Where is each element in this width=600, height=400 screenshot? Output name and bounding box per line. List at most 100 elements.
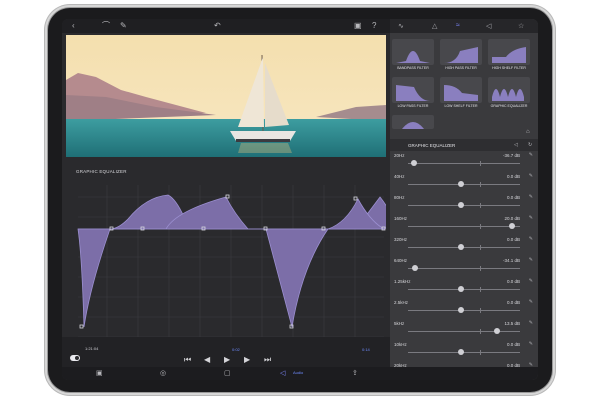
eq-band-row: 5kHz 13.5 dB ✎	[390, 319, 538, 340]
band-slider-knob[interactable]	[458, 286, 464, 292]
delete-icon[interactable]: ⌂	[526, 129, 530, 135]
edit-pencil-icon[interactable]: ✎	[529, 215, 533, 221]
band-gain: 0.0 dB	[506, 195, 520, 200]
edit-pencil-icon[interactable]: ✎	[529, 278, 533, 284]
eq-tab-icon[interactable]: ≈	[456, 22, 460, 29]
effect-tabs: ∿ △ ≈ ◁ ☆	[390, 19, 538, 33]
mountain-tab-icon[interactable]: △	[432, 22, 437, 30]
band-slider-track[interactable]	[408, 205, 520, 206]
skip-back-icon[interactable]: ⏮	[184, 355, 191, 365]
band-frequency: 80Hz	[394, 195, 405, 200]
band-slider-center	[480, 329, 481, 334]
skip-forward-icon[interactable]: ⏭	[264, 355, 271, 365]
band-slider-knob[interactable]	[412, 265, 419, 271]
band-slider-knob[interactable]	[458, 349, 464, 355]
audio-tab-icon[interactable]: ◁	[280, 369, 285, 377]
back-icon[interactable]: ‹	[72, 21, 75, 31]
band-slider-center	[480, 308, 481, 313]
eq-band-row: 80Hz 0.0 dB ✎	[390, 193, 538, 214]
filter-low-pass[interactable]: LOW PASS FILTER	[392, 77, 434, 111]
app-screen: ‹ ⌒ ✎ ↶ ▣ ? GRAPHIC EQUALIZER 1:21:04 0:…	[62, 19, 538, 380]
band-slider-track[interactable]	[408, 310, 520, 311]
band-slider-knob[interactable]	[494, 328, 501, 334]
band-gain: 0.0 dB	[506, 300, 520, 305]
filter-label: LOW PASS FILTER	[397, 104, 429, 108]
eq-panel-label: GRAPHIC EQUALIZER	[76, 169, 127, 174]
band-slider-center	[480, 182, 481, 187]
band-slider-center	[480, 350, 481, 355]
reset-icon[interactable]: ↻	[528, 142, 532, 148]
filter-high-shelf[interactable]: HIGH SHELF FILTER	[488, 39, 530, 73]
band-slider-track[interactable]	[408, 226, 520, 227]
eq-graph[interactable]	[66, 177, 397, 353]
filter-low-shelf[interactable]: LOW SHELF FILTER	[440, 77, 482, 111]
band-slider-center	[480, 266, 481, 271]
band-slider-track[interactable]	[408, 289, 520, 290]
band-slider-track[interactable]	[408, 247, 520, 248]
band-slider-center	[480, 224, 481, 229]
position-start: 0:02	[232, 347, 240, 352]
band-slider-knob[interactable]	[508, 223, 515, 229]
eq-band-row: 1.25kHz 0.0 dB ✎	[390, 277, 538, 298]
eq-band-row: 160Hz 20.0 dB ✎	[390, 214, 538, 235]
filter-more[interactable]	[392, 115, 434, 133]
edit-pencil-icon[interactable]: ✎	[529, 299, 533, 305]
video-preview[interactable]	[66, 35, 386, 157]
band-slider-knob[interactable]	[458, 244, 464, 250]
waveform-tab-icon[interactable]: ∿	[398, 22, 404, 30]
geq-title: GRAPHIC EQUALIZER	[408, 143, 456, 148]
band-slider-track[interactable]	[408, 268, 520, 269]
band-slider-knob[interactable]	[458, 181, 464, 187]
speaker-tab-icon[interactable]: ◁	[486, 22, 491, 30]
rewind-icon[interactable]: ◀	[204, 355, 210, 364]
band-gain: 0.0 dB	[506, 174, 520, 179]
filters-tab-icon[interactable]: ◎	[160, 369, 166, 377]
band-slider-track[interactable]	[408, 352, 520, 353]
filter-graphic-eq[interactable]: GRAPHIC EQUALIZER	[488, 77, 530, 111]
band-slider-knob[interactable]	[458, 202, 464, 208]
band-slider-knob[interactable]	[458, 307, 464, 313]
headphones-icon[interactable]: ⌒	[102, 21, 110, 31]
loop-toggle[interactable]	[70, 355, 80, 361]
band-slider-track[interactable]	[408, 331, 520, 332]
edit-pencil-icon[interactable]: ✎	[529, 194, 533, 200]
filter-panel: ∿ △ ≈ ◁ ☆ BANDPASS FILTER HIGH PASS FILT…	[390, 19, 538, 380]
speaker-icon[interactable]: ◁	[514, 142, 518, 148]
band-slider-track[interactable]	[408, 184, 520, 185]
edit-pencil-icon[interactable]: ✎	[529, 341, 533, 347]
band-slider-track[interactable]	[408, 163, 520, 164]
filter-bandpass[interactable]: BANDPASS FILTER	[392, 39, 434, 73]
star-tab-icon[interactable]: ☆	[518, 22, 524, 30]
timecode: 1:21:04	[85, 346, 99, 351]
band-slider-knob[interactable]	[411, 160, 418, 166]
filter-label: GRAPHIC EQUALIZER	[490, 104, 528, 108]
band-gain: 20.0 dB	[504, 216, 520, 221]
edit-pencil-icon[interactable]: ✎	[529, 152, 533, 158]
edit-pencil-icon[interactable]: ✎	[529, 257, 533, 263]
paint-icon[interactable]: ✎	[120, 21, 127, 31]
band-gain: -36.7 dB	[502, 153, 520, 158]
position-end: 0:14	[362, 347, 370, 352]
forward-icon[interactable]: ▶	[244, 355, 250, 364]
eq-band-row: 20Hz -36.7 dB ✎	[390, 151, 538, 172]
edit-pencil-icon[interactable]: ✎	[529, 236, 533, 242]
band-frequency: 5kHz	[394, 321, 405, 326]
filter-high-pass[interactable]: HIGH PASS FILTER	[440, 39, 482, 73]
export-tab-icon[interactable]: ⇪	[352, 369, 358, 377]
band-frequency: 2.5kHz	[394, 300, 409, 305]
audio-tab-label[interactable]: Audio	[293, 370, 303, 375]
band-frequency: 40Hz	[394, 174, 405, 179]
band-frequency: 1.25kHz	[394, 279, 411, 284]
edit-pencil-icon[interactable]: ✎	[529, 320, 533, 326]
band-gain: 0.0 dB	[506, 342, 520, 347]
edit-pencil-icon[interactable]: ✎	[529, 173, 533, 179]
play-icon[interactable]: ▶	[224, 355, 230, 364]
photo-icon[interactable]: ▣	[354, 21, 362, 31]
undo-icon[interactable]: ↶	[214, 21, 221, 31]
filter-label: BANDPASS FILTER	[397, 66, 429, 70]
media-tab-icon[interactable]: ▣	[96, 369, 103, 377]
eq-band-row: 320Hz 0.0 dB ✎	[390, 235, 538, 256]
help-icon[interactable]: ?	[372, 21, 376, 31]
band-frequency: 20Hz	[394, 153, 405, 158]
crop-tab-icon[interactable]: ▢	[224, 369, 231, 377]
